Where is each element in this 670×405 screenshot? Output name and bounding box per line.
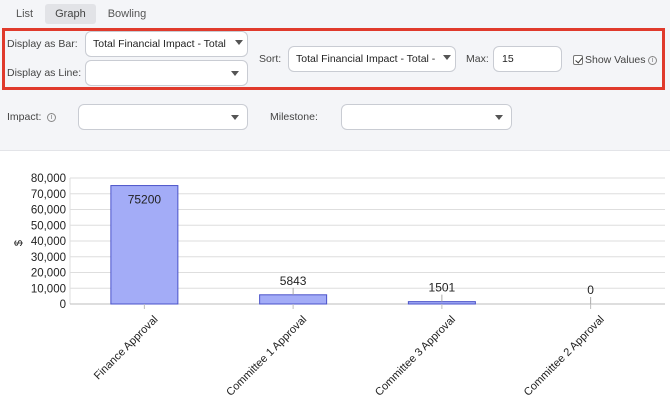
chevron-down-icon (495, 115, 503, 120)
bar (407, 301, 476, 305)
x-tick-label: Committee 1 Approval (224, 314, 309, 399)
info-icon[interactable]: i (648, 56, 657, 65)
data-label: 75200 (128, 193, 162, 207)
x-tick-label: Finance Approval (92, 314, 161, 383)
show-values-label: Show Values (585, 54, 646, 66)
impact-select[interactable] (78, 104, 248, 130)
y-tick-label: 40,000 (31, 236, 66, 248)
y-tick-label: 0 (60, 299, 66, 311)
tab-bowling[interactable]: Bowling (98, 4, 157, 24)
show-values-checkbox[interactable] (573, 55, 583, 65)
bar-chart-svg: 0 10,000 20,000 30,000 40,000 50,000 60,000 70,… (13, 173, 665, 399)
impact-label: Impact: (7, 111, 42, 123)
sort-label: Sort: (259, 53, 282, 65)
data-label: 5843 (280, 274, 307, 288)
y-tick-label: 20,000 (31, 268, 66, 280)
y-axis-label: $ (13, 240, 25, 246)
data-label: 0 (587, 283, 594, 297)
y-tick-label: 10,000 (31, 283, 66, 295)
display-as-bar-value: Total Financial Impact - Total (93, 38, 226, 50)
tab-graph[interactable]: Graph (45, 4, 96, 24)
display-as-line-select[interactable] (85, 60, 248, 86)
sort-select[interactable]: Total Financial Impact - Total - (288, 46, 456, 72)
data-label: 1501 (429, 281, 456, 295)
chevron-down-icon (231, 71, 239, 76)
y-tick-label: 50,000 (31, 220, 66, 232)
bar (259, 294, 328, 305)
display-as-line-label: Display as Line: (7, 67, 82, 79)
bar-chart: 0 10,000 20,000 30,000 40,000 50,000 60,000 70,… (0, 151, 670, 405)
y-tick-label: 80,000 (31, 173, 66, 185)
y-tick-label: 70,000 (31, 189, 66, 201)
y-tick-label: 30,000 (31, 252, 66, 264)
display-as-bar-label: Display as Bar: (7, 38, 78, 50)
controls-panel: List Graph Bowling Display as Bar: Total… (0, 0, 670, 150)
milestone-select[interactable] (341, 104, 512, 130)
y-tick-label: 60,000 (31, 205, 66, 217)
chevron-down-icon (443, 55, 451, 60)
view-tabs: List Graph Bowling (6, 4, 156, 24)
display-as-bar-select[interactable]: Total Financial Impact - Total (85, 31, 248, 57)
x-tick-label: Committee 3 Approval (373, 314, 458, 399)
info-icon[interactable]: i (47, 113, 56, 122)
sort-value: Total Financial Impact - Total - (296, 53, 436, 65)
milestone-label: Milestone: (270, 111, 318, 123)
tab-list[interactable]: List (6, 4, 43, 24)
chevron-down-icon (231, 115, 239, 120)
max-label: Max: (466, 53, 489, 65)
max-input[interactable]: 15 (493, 46, 562, 72)
x-tick-label: Committee 2 Approval (522, 314, 607, 399)
chevron-down-icon (235, 40, 243, 45)
